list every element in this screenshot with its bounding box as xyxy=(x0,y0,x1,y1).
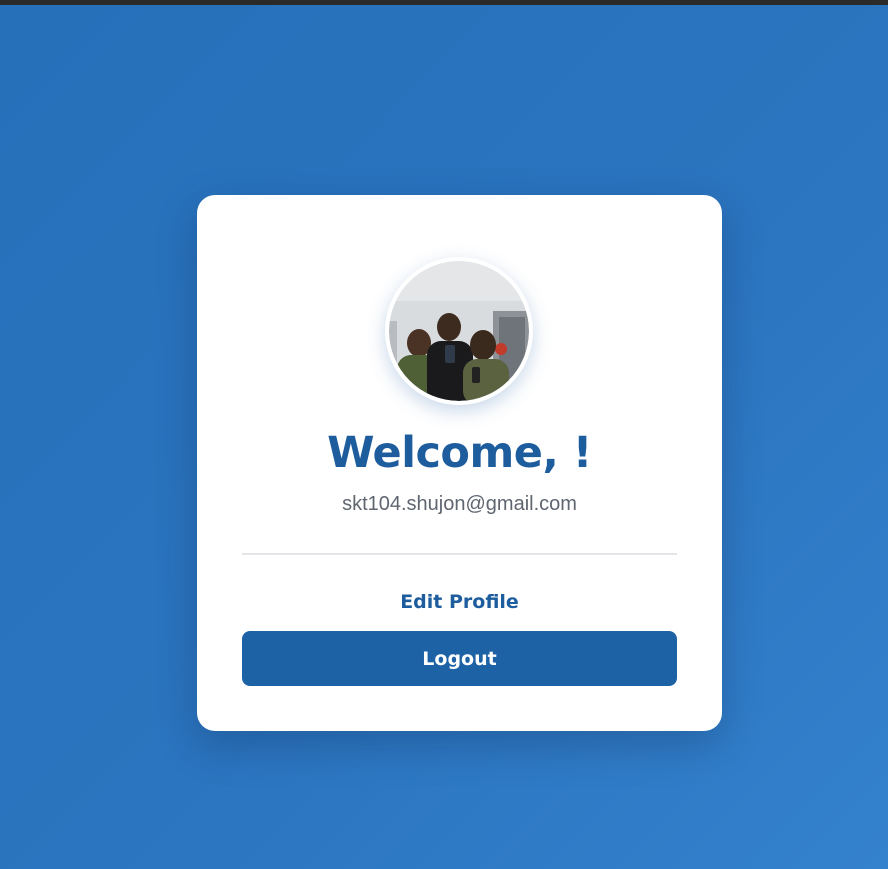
divider xyxy=(242,553,677,555)
window-top-border xyxy=(0,0,888,5)
avatar xyxy=(389,261,529,401)
welcome-heading: Welcome, ! xyxy=(327,428,592,478)
avatar-frame xyxy=(385,257,533,405)
user-email: skt104.shujon@gmail.com xyxy=(342,493,577,515)
logout-button[interactable]: Logout xyxy=(242,631,677,686)
profile-card: Welcome, ! skt104.shujon@gmail.com Edit … xyxy=(197,195,722,731)
edit-profile-link[interactable]: Edit Profile xyxy=(197,589,722,615)
